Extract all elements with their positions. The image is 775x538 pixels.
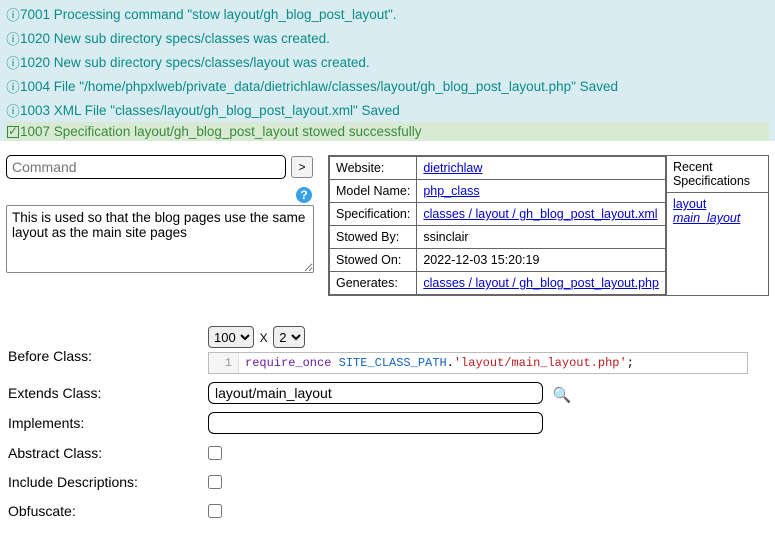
spec-link[interactable]: classes / layout / gh_blog_post_layout.x… — [423, 207, 657, 221]
obfuscate-checkbox[interactable] — [208, 504, 222, 518]
label-spec: Specification: — [330, 203, 417, 226]
code-const: SITE_CLASS_PATH — [339, 356, 447, 370]
code-editor[interactable]: 1 require_once SITE_CLASS_PATH.'layout/m… — [208, 352, 748, 374]
label-generates: Generates: — [330, 272, 417, 295]
code-gutter: 1 — [209, 353, 239, 373]
log-line: ⓘ 1004 File "/home/phpxlweb/private_data… — [6, 74, 769, 98]
label-stowedby: Stowed By: — [330, 226, 417, 249]
info-panel: Website: dietrichlaw Model Name: php_cla… — [328, 155, 769, 296]
label-include-desc: Include Descriptions: — [8, 471, 208, 490]
recent-prefix: layout — [673, 197, 706, 211]
check-icon — [6, 124, 20, 139]
abstract-checkbox[interactable] — [208, 446, 222, 460]
info-table: Website: dietrichlaw Model Name: php_cla… — [329, 156, 666, 295]
label-model: Model Name: — [330, 180, 417, 203]
description-textarea[interactable]: This is used so that the blog pages use … — [6, 205, 314, 273]
code-body[interactable]: require_once SITE_CLASS_PATH.'layout/mai… — [239, 353, 640, 373]
log-panel: ⓘ 7001 Processing command "stow layout/g… — [0, 0, 775, 141]
log-text: 1020 New sub directory specs/classes was… — [20, 31, 330, 46]
height-select[interactable]: 2 — [273, 326, 305, 348]
label-stowedon: Stowed On: — [330, 249, 417, 272]
log-success-line: 1007 Specification layout/gh_blog_post_l… — [6, 122, 769, 141]
generates-link[interactable]: classes / layout / gh_blog_post_layout.p… — [423, 276, 659, 290]
recent-link-name: main_layout — [673, 211, 740, 225]
extends-input[interactable] — [208, 382, 543, 404]
code-dot: . — [447, 356, 454, 370]
label-implements: Implements: — [8, 412, 208, 431]
width-select[interactable]: 100 — [208, 326, 254, 348]
info-icon: ⓘ — [6, 76, 20, 96]
code-semi: ; — [627, 356, 634, 370]
log-line: ⓘ 1003 XML File "classes/layout/gh_blog_… — [6, 98, 769, 122]
value-stowedon: 2022-12-03 15:20:19 — [417, 249, 666, 272]
help-icon[interactable]: ? — [296, 187, 312, 203]
size-x: X — [260, 331, 268, 345]
label-extends: Extends Class: — [8, 382, 208, 401]
magnify-icon[interactable]: 🔍 — [553, 386, 572, 404]
label-obfuscate: Obfuscate: — [8, 500, 208, 519]
command-input[interactable] — [6, 155, 286, 179]
value-stowedby: ssinclair — [417, 226, 666, 249]
recent-spec-link[interactable]: layout main_layout — [673, 197, 740, 225]
log-text: 1020 New sub directory specs/classes/lay… — [20, 55, 370, 70]
label-before-class: Before Class: — [8, 326, 208, 364]
log-text: 7001 Processing command "stow layout/gh_… — [20, 7, 397, 22]
log-text: 1007 Specification layout/gh_blog_post_l… — [20, 124, 422, 139]
code-keyword: require_once — [245, 356, 331, 370]
go-button[interactable]: > — [291, 156, 313, 178]
include-desc-checkbox[interactable] — [208, 475, 222, 489]
form-area: Before Class: 100 X 2 1 require_once SIT… — [0, 298, 775, 525]
implements-input[interactable] — [208, 412, 543, 434]
log-text: 1003 XML File "classes/layout/gh_blog_po… — [20, 103, 400, 118]
label-website: Website: — [330, 157, 417, 180]
website-link[interactable]: dietrichlaw — [423, 161, 482, 175]
log-line: ⓘ 1020 New sub directory specs/classes w… — [6, 26, 769, 50]
code-string: 'layout/main_layout.php' — [454, 356, 627, 370]
info-icon: ⓘ — [6, 28, 20, 48]
model-link[interactable]: php_class — [423, 184, 479, 198]
log-line: ⓘ 1020 New sub directory specs/classes/l… — [6, 50, 769, 74]
recent-header: Recent Specifications — [667, 156, 768, 193]
info-icon: ⓘ — [6, 4, 20, 24]
log-line: ⓘ 7001 Processing command "stow layout/g… — [6, 2, 769, 26]
log-text: 1004 File "/home/phpxlweb/private_data/d… — [20, 79, 618, 94]
info-icon: ⓘ — [6, 52, 20, 72]
label-abstract: Abstract Class: — [8, 442, 208, 461]
info-icon: ⓘ — [6, 100, 20, 120]
